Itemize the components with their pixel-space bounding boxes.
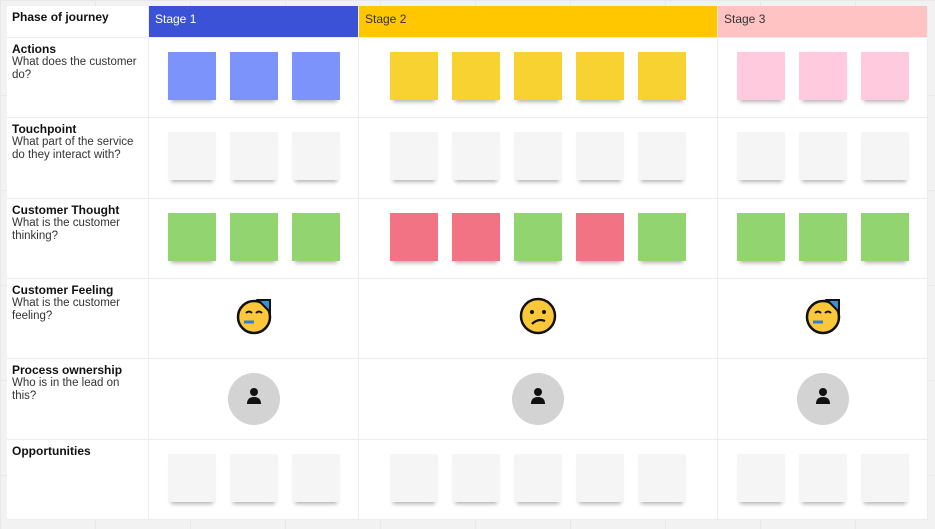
sticky-note[interactable] <box>291 132 340 181</box>
row-subtitle: What is the customer feeling? <box>12 297 121 322</box>
sticky-note[interactable] <box>860 453 909 502</box>
stage-header-3[interactable]: Stage 3 <box>718 6 928 38</box>
journey-cell <box>359 279 718 360</box>
sticky-note[interactable] <box>860 212 909 261</box>
sticky-note[interactable] <box>229 212 278 261</box>
sticky-note[interactable] <box>291 52 340 100</box>
phase-label: Phase of journey <box>7 6 149 38</box>
journey-cell <box>718 118 928 199</box>
row-label: Customer Feeling What is the customer fee… <box>7 279 149 360</box>
sticky-note[interactable] <box>514 52 562 100</box>
sticky-note[interactable] <box>291 212 340 261</box>
partying-face-icon[interactable] <box>234 296 274 341</box>
sticky-note[interactable] <box>514 132 562 181</box>
sticky-note[interactable] <box>452 453 500 502</box>
journey-cell <box>359 198 718 279</box>
sticky-note[interactable] <box>798 212 847 261</box>
journey-cell <box>149 118 359 199</box>
row-label: Process ownership Who is in the lead on t… <box>7 359 149 440</box>
sticky-note[interactable] <box>229 453 278 502</box>
row-subtitle: What part of the service do they interac… <box>12 136 134 162</box>
row-title: Actions <box>12 42 57 56</box>
row-label: Customer Thought What is the customer thi… <box>7 198 149 279</box>
sticky-note[interactable] <box>229 52 278 100</box>
row-title: Customer Feeling <box>12 283 114 297</box>
sticky-note[interactable] <box>452 52 500 100</box>
avatar[interactable] <box>796 372 849 425</box>
row-title: Process ownership <box>12 363 123 378</box>
row-subtitle: What does the customer do? <box>12 56 137 81</box>
sticky-note[interactable] <box>452 132 500 181</box>
sticky-note[interactable] <box>638 453 686 502</box>
sticky-note[interactable] <box>736 52 785 100</box>
sticky-note[interactable] <box>576 453 624 502</box>
row-label: Opportunities <box>7 439 149 520</box>
stage-header-1[interactable]: Stage 1 <box>149 6 359 38</box>
sticky-note[interactable] <box>452 212 500 261</box>
journey-cell <box>149 439 359 520</box>
sticky-note[interactable] <box>514 212 562 261</box>
sticky-note[interactable] <box>736 453 785 502</box>
journey-cell <box>359 359 718 440</box>
journey-cell <box>718 279 928 360</box>
sticky-note[interactable] <box>576 132 624 181</box>
sticky-note[interactable] <box>860 52 909 100</box>
sticky-note[interactable] <box>798 132 847 181</box>
journey-cell <box>149 279 359 360</box>
journey-cell <box>718 198 928 279</box>
sticky-note[interactable] <box>167 132 216 181</box>
sticky-note[interactable] <box>798 52 847 100</box>
sticky-note[interactable] <box>860 132 909 181</box>
row-subtitle: Who is in the lead on this? <box>12 377 120 403</box>
journey-cell <box>718 359 928 440</box>
sticky-note[interactable] <box>576 212 624 261</box>
user-icon <box>529 387 547 410</box>
journey-cell <box>718 439 928 520</box>
partying-face-icon[interactable] <box>803 296 843 341</box>
sticky-note[interactable] <box>390 52 438 100</box>
journey-cell <box>149 359 359 440</box>
sticky-note[interactable] <box>167 212 216 261</box>
sticky-note[interactable] <box>291 453 340 502</box>
row-label: Touchpoint What part of the service do th… <box>7 118 149 199</box>
confused-face-icon[interactable] <box>518 296 558 341</box>
sticky-note[interactable] <box>736 132 785 181</box>
sticky-note[interactable] <box>638 52 686 100</box>
user-icon <box>814 387 832 410</box>
sticky-note[interactable] <box>576 52 624 100</box>
journey-cell <box>359 118 718 199</box>
journey-cell <box>359 38 718 119</box>
stage-header-2[interactable]: Stage 2 <box>359 6 718 38</box>
journey-cell <box>149 198 359 279</box>
sticky-note[interactable] <box>229 132 278 181</box>
sticky-note[interactable] <box>167 453 216 502</box>
row-title: Opportunities <box>12 443 91 458</box>
row-label: Actions What does the customer do? <box>7 38 149 119</box>
avatar[interactable] <box>512 372 564 425</box>
sticky-note[interactable] <box>167 52 216 100</box>
sticky-note[interactable] <box>736 212 785 261</box>
sticky-note[interactable] <box>514 453 562 502</box>
sticky-note[interactable] <box>798 453 847 502</box>
sticky-note[interactable] <box>638 132 686 181</box>
row-subtitle: What is the customer thinking? <box>12 216 121 242</box>
avatar[interactable] <box>227 372 280 425</box>
sticky-note[interactable] <box>390 132 438 181</box>
journey-cell <box>149 38 359 119</box>
journey-cell <box>718 38 928 119</box>
sticky-note[interactable] <box>638 212 686 261</box>
journey-cell <box>359 439 718 520</box>
user-icon <box>245 387 263 410</box>
customer-journey-map: Phase of journey Stage 1 Stage 2 Stage 3 Ac… <box>7 6 928 520</box>
row-title: Touchpoint <box>12 122 77 137</box>
sticky-note[interactable] <box>390 453 438 502</box>
sticky-note[interactable] <box>390 212 438 261</box>
row-title: Customer Thought <box>12 202 120 217</box>
